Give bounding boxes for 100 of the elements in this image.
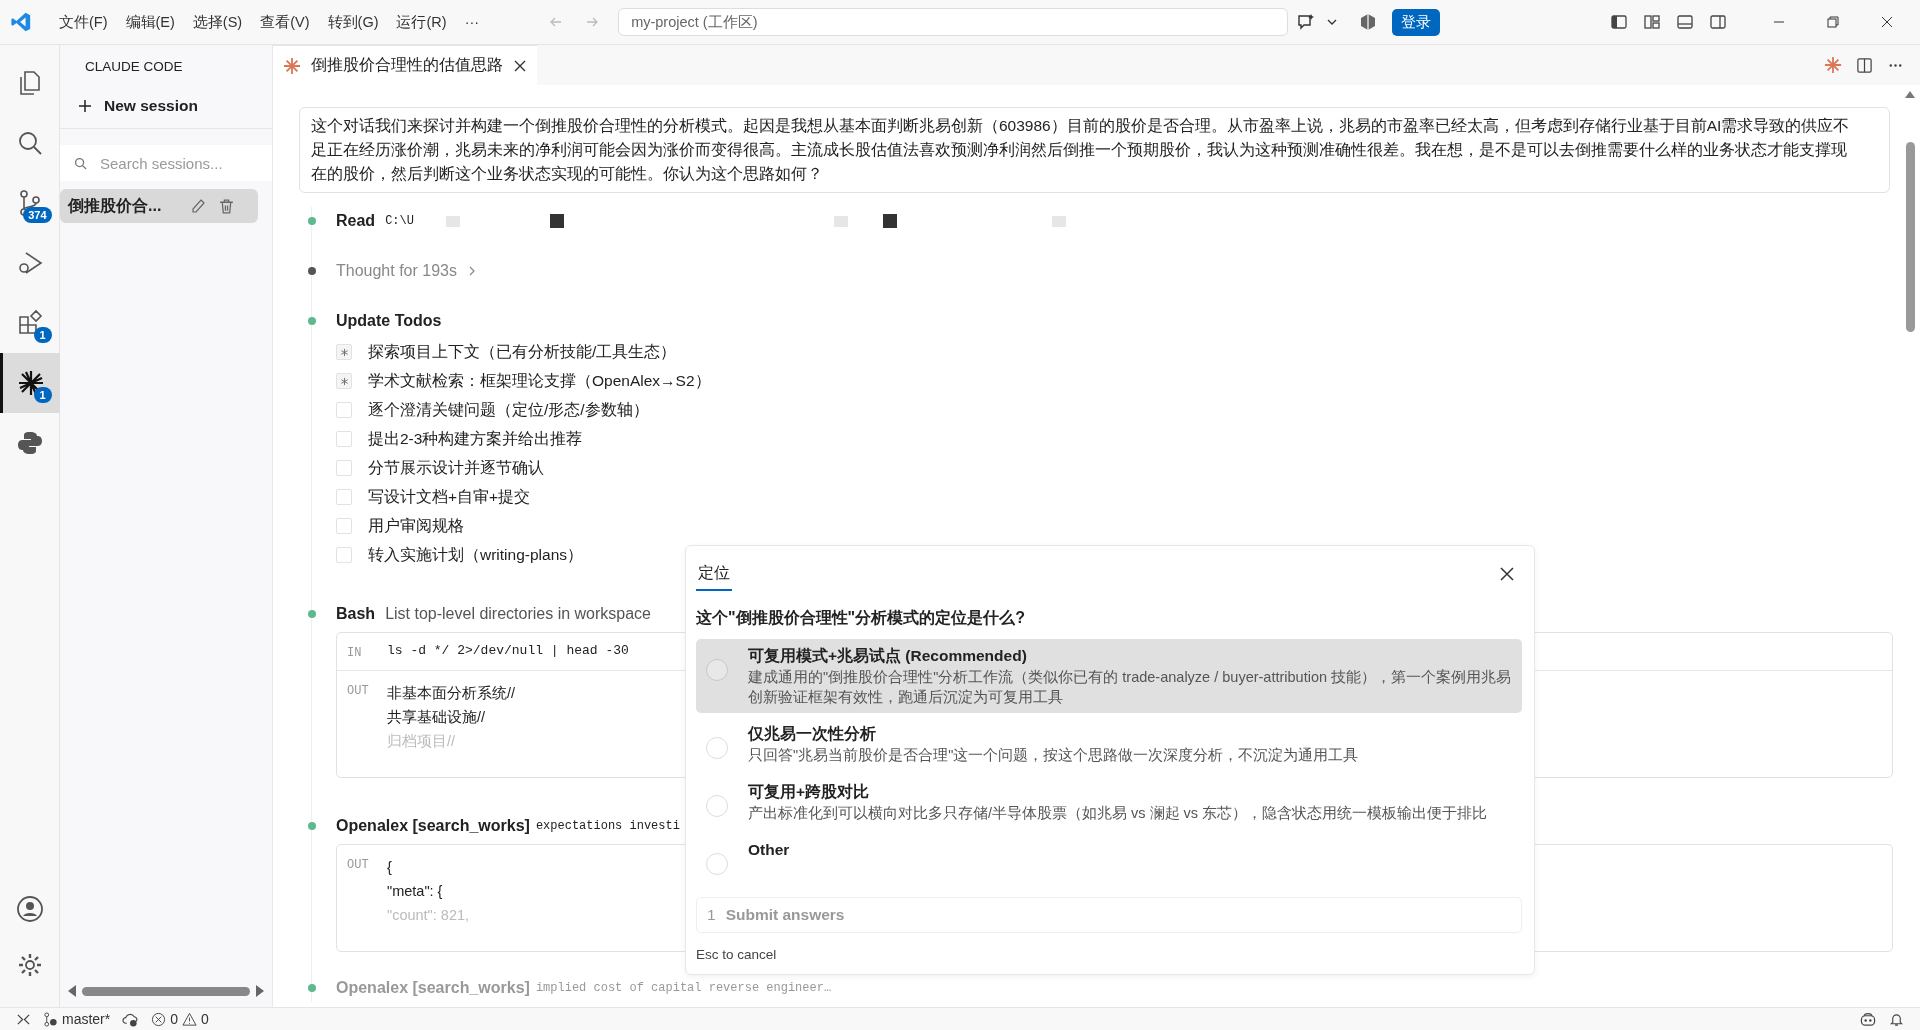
close-icon[interactable] — [513, 58, 527, 73]
spark-icon — [283, 56, 301, 75]
spark-icon — [17, 369, 45, 397]
scrollbar-thumb[interactable] — [1905, 142, 1915, 332]
question-text: 这个"倒推股价合理性"分析模式的定位是什么? — [696, 608, 1026, 628]
python-icon — [15, 429, 44, 457]
cancel-hint: Esc to cancel — [696, 946, 778, 964]
scroll-right-arrow-icon[interactable] — [256, 985, 264, 997]
todo-text: 写设计文档+自审+提交 — [368, 487, 531, 507]
copilot-icon[interactable] — [1859, 1011, 1877, 1027]
redaction-block — [833, 215, 848, 227]
activity-bar-item[interactable]: 374 — [0, 173, 60, 233]
branch-status[interactable]: master* — [43, 1011, 111, 1027]
todo-text: 转入实施计划（writing-plans） — [368, 545, 583, 565]
todo-checkbox[interactable] — [336, 547, 352, 563]
menu-item[interactable]: 选择(S) — [183, 12, 252, 32]
bell-icon[interactable] — [1889, 1011, 1904, 1027]
todo-text: 探索项目上下文（已有分析技能/工具生态） — [368, 342, 677, 362]
session-item[interactable]: 倒推股价合... — [60, 189, 258, 223]
redaction-block — [882, 214, 897, 228]
tool-title: Bash — [336, 605, 376, 623]
radio-button[interactable] — [706, 853, 728, 875]
count-badge: 1 — [33, 387, 52, 403]
tool-title: Update Todos — [336, 312, 442, 330]
output-line: { — [387, 858, 393, 877]
answer-option[interactable]: Other — [696, 833, 1522, 881]
menu-item[interactable]: 文件(F) — [50, 12, 117, 32]
activity-bar-item[interactable]: 1 — [0, 353, 60, 413]
output-line: "count": 821, — [387, 906, 470, 925]
cloud-upload-icon[interactable] — [122, 1011, 140, 1027]
error-icon — [151, 1011, 167, 1027]
radio-button[interactable] — [706, 737, 728, 759]
tool-description: List top-level directories in workspace — [385, 605, 651, 623]
login-button[interactable]: 登录 — [1392, 8, 1441, 36]
plus-icon — [78, 99, 92, 113]
todo-checkbox[interactable] — [336, 489, 352, 505]
todo-checkbox[interactable] — [336, 518, 352, 534]
toggle-primary-sidebar-icon[interactable] — [1610, 13, 1629, 31]
todo-checkbox[interactable] — [336, 402, 352, 418]
menu-item[interactable]: 转到(G) — [318, 12, 388, 32]
scroll-up-arrow-icon[interactable] — [1905, 91, 1915, 98]
asterisk-icon — [339, 376, 349, 386]
count-badge: 374 — [23, 207, 52, 223]
panel-title: CLAUDE CODE — [84, 58, 184, 76]
redaction-block — [445, 215, 460, 227]
layout-grid-icon[interactable] — [1643, 13, 1662, 31]
tool-title: Openalex [search_works] — [336, 979, 530, 997]
account-icon[interactable] — [15, 895, 44, 923]
answer-option[interactable]: 仅兆易一次性分析 只回答"兆易当前股价是否合理"这一个问题，按这个思路做一次深度分析，不沉淀为通用工具 — [696, 717, 1522, 771]
todo-checkbox[interactable] — [336, 373, 352, 389]
command-text: ls -d */ 2>/dev/null | head -30 — [387, 643, 629, 660]
warning-icon — [182, 1011, 198, 1027]
io-label: OUT — [347, 857, 370, 874]
todo-checkbox[interactable] — [336, 460, 352, 476]
todo-text: 逐个澄清关键问题（定位/形态/参数轴） — [368, 400, 649, 420]
spark-icon[interactable] — [1824, 56, 1842, 74]
todo-text: 学术文献检索：框架理论支撑（OpenAlex→S2） — [368, 371, 711, 391]
output-line: 共享基础设施// — [387, 708, 487, 727]
redaction-block — [1051, 215, 1066, 227]
user-message: 这个对话我们来探讨并构建一个倒推股价合理性的分析模式。起因是我想从基本面判断兆易创新（603986）目前的股价是否合理。从市盈率上说，兆易的市盈率已经太高，但考虑到存储行业基于目前AI需求导致的供应不足正在经历涨价潮，兆易未来的净利润可能会因为涨价而变得很高。主流成长股估值法喜欢预测净利润然后倒推一个预期股价，我认为这种预测准确性很差。我在想，是不是可以去倒推需要什么样的业务状态才能支撑现在的股价，然后判断这个业务状态实现的可能性。你认为这个思路如何？ — [299, 107, 1890, 193]
file-path: C:\U — [385, 214, 414, 228]
menu-item[interactable]: 编辑(E) — [116, 12, 184, 32]
new-session-button[interactable]: New session — [60, 83, 272, 129]
output-line: "meta": { — [387, 882, 444, 901]
scrollbar-thumb[interactable] — [82, 986, 250, 996]
toggle-secondary-sidebar-icon[interactable] — [1709, 13, 1728, 31]
problems-status[interactable]: 0 0 — [151, 1011, 209, 1027]
tool-title: Read — [336, 212, 376, 230]
redaction-block — [549, 214, 564, 228]
close-icon[interactable] — [1880, 15, 1895, 29]
radio-button[interactable] — [706, 795, 728, 817]
todo-text: 用户审阅规格 — [368, 516, 464, 536]
menu-item[interactable]: 运行(R) — [387, 12, 456, 32]
activity-bar-item[interactable]: 1 — [0, 293, 60, 353]
editor-tab[interactable]: 倒推股价合理性的估值思路 — [273, 45, 537, 85]
command-center-search[interactable]: my-project (工作区) — [618, 8, 1289, 36]
pencil-icon[interactable] — [190, 198, 206, 214]
trash-icon[interactable] — [218, 197, 235, 215]
split-editor-icon[interactable] — [1856, 56, 1873, 74]
menu-item[interactable]: ··· — [455, 14, 489, 30]
thought-toggle[interactable]: Thought for 193s — [336, 257, 477, 285]
count-badge: 1 — [33, 327, 52, 343]
session-search-field[interactable]: Search sessions... — [60, 145, 272, 181]
answer-option[interactable]: 可复用模式+兆易试点 (Recommended) 建成通用的"倒推股价合理性"分析工作流（类似你已有的 trade-analyze / buyer-attribution 技能），第一个案例用兆易创新验证框架有效性，跑通后沉淀为可复用工具 — [696, 639, 1522, 713]
tool-query: implied cost of capital reverse engineer… — [535, 981, 832, 995]
search-icon — [74, 157, 87, 170]
editor-logo-icon[interactable] — [10, 11, 32, 33]
tool-title: Openalex [search_works] — [336, 817, 530, 835]
menu-item[interactable]: 查看(V) — [251, 12, 319, 32]
answer-option[interactable]: 可复用+跨股对比 产出标准化到可以横向对比多只存储/半导体股票（如兆易 vs 澜起 vs 东芯），隐含状态用统一模板输出便于排比 — [696, 775, 1522, 829]
question-tab[interactable]: 定位 — [696, 557, 732, 591]
restore-icon[interactable] — [1826, 15, 1841, 29]
toggle-panel-icon[interactable] — [1676, 13, 1695, 31]
close-icon[interactable] — [1500, 567, 1514, 581]
output-line: 非基本面分析系统// — [387, 684, 516, 703]
todo-checkbox[interactable] — [336, 431, 352, 447]
asterisk-icon — [339, 347, 349, 357]
todo-checkbox[interactable] — [336, 344, 352, 360]
radio-button[interactable] — [706, 659, 728, 681]
todo-text: 提出2-3种构建方案并给出推荐 — [368, 429, 583, 449]
